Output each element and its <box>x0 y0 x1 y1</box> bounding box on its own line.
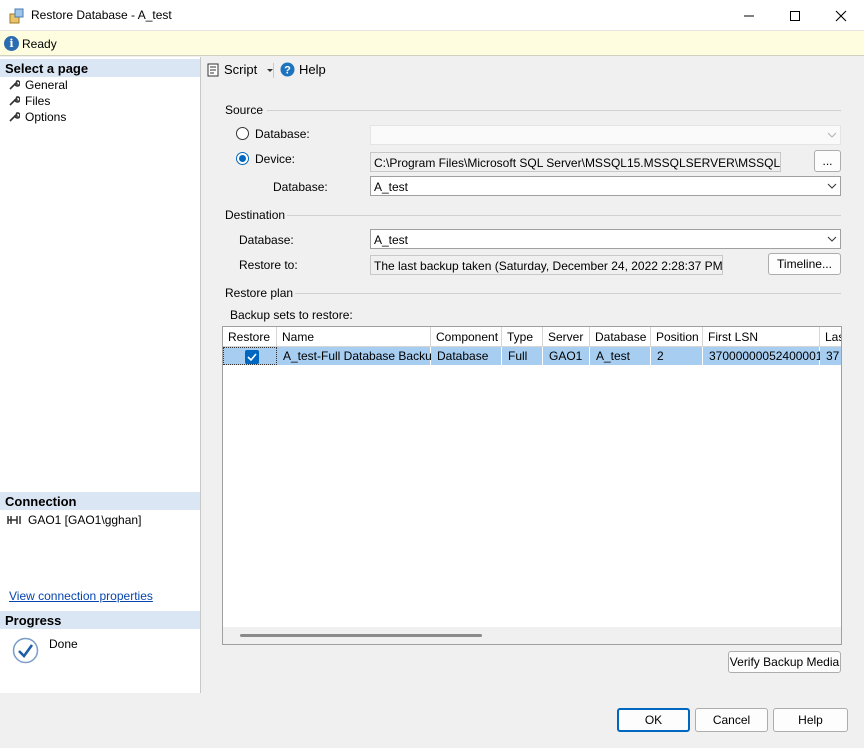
column-header[interactable]: Las <box>820 327 841 347</box>
component-cell: Database <box>431 347 502 365</box>
wrench-icon <box>9 112 20 122</box>
backup-sets-label: Backup sets to restore: <box>230 308 353 322</box>
column-header[interactable]: Component <box>431 327 502 347</box>
first-lsn-cell: 37000000052400001 <box>703 347 822 365</box>
server-cell: GAO1 <box>543 347 590 365</box>
title-bar: Restore Database - A_test <box>0 0 864 31</box>
connection-info: GAO1 [GAO1\gghan] <box>6 513 141 527</box>
script-button[interactable]: Script <box>206 62 275 77</box>
wrench-icon <box>9 80 20 90</box>
info-icon: i <box>4 36 19 51</box>
horizontal-scrollbar[interactable] <box>223 627 841 644</box>
done-check-icon <box>12 637 39 664</box>
toolbar-separator <box>273 63 274 78</box>
wrench-icon <box>9 96 20 106</box>
connection-value: GAO1 [GAO1\gghan] <box>28 513 142 527</box>
database-restore-icon <box>9 8 24 24</box>
status-text: Ready <box>22 37 57 51</box>
device-radio[interactable] <box>236 152 249 165</box>
destination-group-title: Destination <box>225 208 286 222</box>
window-title: Restore Database - A_test <box>31 8 172 22</box>
timeline-button[interactable]: Timeline... <box>768 253 841 275</box>
minimize-icon <box>744 15 754 16</box>
destination-database-value: A_test <box>374 233 409 247</box>
left-pane: Select a page General Files Options Conn… <box>0 57 201 693</box>
device-radio-label: Device: <box>255 152 296 166</box>
maximize-icon <box>790 10 800 21</box>
restore-plan-title: Restore plan <box>225 286 294 300</box>
general-page: Source Database: Device: C:\Program File… <box>201 83 864 693</box>
source-divider <box>267 110 841 111</box>
toolbar: Script ? Help <box>201 57 864 83</box>
destination-database-select[interactable]: A_test <box>370 229 841 249</box>
connection-header: Connection <box>0 492 200 510</box>
column-header[interactable]: Type <box>502 327 543 347</box>
column-header[interactable]: Name <box>277 327 431 347</box>
page-general[interactable]: General <box>8 77 68 93</box>
scrollbar-thumb[interactable] <box>240 634 482 637</box>
source-database-combo[interactable] <box>370 125 841 145</box>
select-page-header: Select a page <box>0 59 200 77</box>
column-header[interactable]: Position <box>651 327 703 347</box>
chevron-down-icon <box>827 132 837 138</box>
connection-icon <box>7 516 21 524</box>
column-header[interactable]: Server <box>543 327 590 347</box>
page-files[interactable]: Files <box>8 93 50 109</box>
dialog-footer: OK Cancel Help <box>0 693 864 748</box>
table-row[interactable]: A_test-Full Database Backup Database Ful… <box>223 347 841 365</box>
close-button[interactable] <box>818 0 864 31</box>
restore-checkbox[interactable] <box>245 350 259 364</box>
browse-device-button[interactable]: ... <box>814 150 841 172</box>
close-icon <box>835 10 847 21</box>
source-database-select[interactable]: A_test <box>370 176 841 196</box>
help-button[interactable]: Help <box>773 708 848 732</box>
view-connection-properties-link[interactable]: View connection properties <box>9 589 153 603</box>
backup-sets-grid[interactable]: Restore Name Component Type Server Datab… <box>222 326 842 645</box>
name-cell: A_test-Full Database Backup <box>277 347 438 365</box>
database-radio-label: Database: <box>255 127 310 141</box>
page-general-label: General <box>25 78 68 92</box>
ok-button[interactable]: OK <box>617 708 690 732</box>
restore-cell[interactable] <box>223 347 277 365</box>
cancel-button[interactable]: Cancel <box>695 708 768 732</box>
checkmark-icon <box>247 353 257 362</box>
device-path-field[interactable]: C:\Program Files\Microsoft SQL Server\MS… <box>370 152 781 172</box>
position-cell: 2 <box>651 347 703 365</box>
svg-text:?: ? <box>284 65 291 77</box>
verify-backup-media-button[interactable]: Verify Backup Media <box>728 651 841 673</box>
source-database-value: A_test <box>374 180 409 194</box>
column-header[interactable]: First LSN <box>703 327 820 347</box>
page-files-label: Files <box>25 94 51 108</box>
destination-database-label: Database: <box>239 233 294 247</box>
script-icon <box>207 63 219 76</box>
help-toolbar-label: Help <box>299 62 326 77</box>
chevron-down-icon <box>827 236 837 242</box>
page-options[interactable]: Options <box>8 109 66 125</box>
restore-plan-divider <box>295 293 841 294</box>
maximize-button[interactable] <box>772 0 818 31</box>
database-cell: A_test <box>590 347 651 365</box>
help-toolbar-button[interactable]: ? Help <box>280 62 326 77</box>
destination-divider <box>287 215 841 216</box>
progress-header: Progress <box>0 611 200 629</box>
last-lsn-cell: 37 <box>820 347 841 365</box>
source-group-title: Source <box>225 103 264 117</box>
help-icon: ? <box>280 62 295 77</box>
grid-header: Restore Name Component Type Server Datab… <box>223 327 841 347</box>
restore-to-label: Restore to: <box>239 258 298 272</box>
database-radio[interactable] <box>236 127 249 140</box>
restore-to-field: The last backup taken (Saturday, Decembe… <box>370 255 723 275</box>
column-header[interactable]: Restore <box>223 327 277 347</box>
status-bar: i Ready <box>0 31 864 56</box>
minimize-button[interactable] <box>726 0 772 31</box>
page-options-label: Options <box>25 110 67 124</box>
progress-status: Done <box>49 637 78 651</box>
type-cell: Full <box>502 347 543 365</box>
script-label: Script <box>224 62 258 77</box>
source-database-label: Database: <box>273 180 328 194</box>
chevron-down-icon <box>827 183 837 189</box>
column-header[interactable]: Database <box>590 327 651 347</box>
